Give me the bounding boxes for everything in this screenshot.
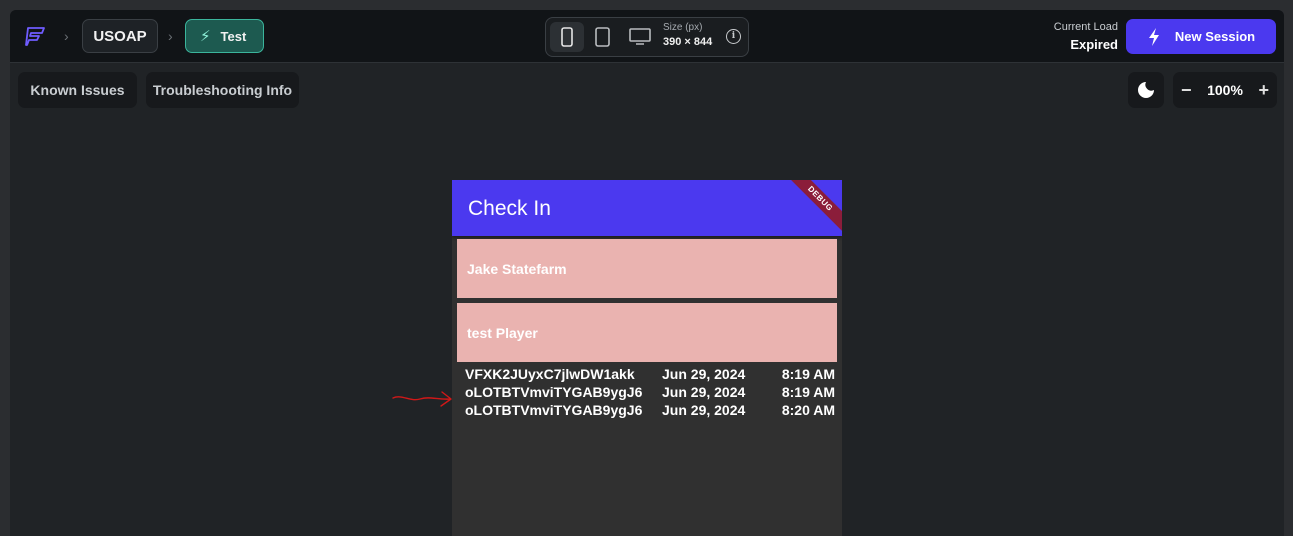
desktop-device-button[interactable] [620,22,660,52]
checkin-id: VFXK2JUyxC7jlwDW1akk [465,366,635,382]
top-bar: › USOAP › ⚡ Test Size (px) 390 × 844 i C… [10,10,1284,63]
current-load-label: Current Load [1053,21,1118,33]
checkin-time: 8:19 AM [781,366,835,382]
desktop-icon [629,28,651,45]
phone-icon [561,27,573,47]
phone-device-button[interactable] [550,22,584,52]
device-size-value: 390 × 844 [663,36,713,48]
known-issues-button[interactable]: Known Issues [18,72,137,108]
zoom-out-icon[interactable]: − [1181,80,1192,101]
list-item: oLOTBTVmviTYGAB9ygJ6 Jun 29, 2024 8:19 A… [465,384,835,402]
logo-icon[interactable] [24,24,48,48]
troubleshooting-info-button[interactable]: Troubleshooting Info [146,72,299,108]
player-tile[interactable]: test Player [457,303,837,362]
tablet-icon [594,27,610,47]
app-bar: Check In DEBUG [452,180,842,236]
current-load-value: Expired [1070,37,1118,52]
zoom-in-icon[interactable]: + [1258,80,1269,101]
breadcrumb-page[interactable]: ⚡ Test [185,19,264,53]
info-icon[interactable]: i [726,29,741,44]
moon-icon [1138,82,1154,98]
player-tile[interactable]: Jake Statefarm [457,239,837,298]
device-selector: Size (px) 390 × 844 i [545,17,749,57]
breadcrumb-chevron-icon: › [64,28,69,44]
player-name: Jake Statefarm [467,261,567,277]
list-item: VFXK2JUyxC7jlwDW1akk Jun 29, 2024 8:19 A… [465,366,835,384]
app-window: › USOAP › ⚡ Test Size (px) 390 × 844 i C… [10,10,1284,536]
checkin-date: Jun 29, 2024 [662,366,746,382]
tablet-device-button[interactable] [585,22,619,52]
checkin-id: oLOTBTVmviTYGAB9ygJ6 [465,384,643,400]
device-preview: Check In DEBUG Jake Statefarm test Playe… [452,180,842,536]
debug-banner: DEBUG [786,180,842,233]
new-session-button[interactable]: New Session [1126,19,1276,54]
zoom-value: 100% [1207,82,1243,98]
new-session-label: New Session [1174,29,1256,44]
checkin-date: Jun 29, 2024 [662,384,746,400]
current-load: Current Load Expired [1054,21,1118,52]
checkin-date: Jun 29, 2024 [662,402,746,418]
checkin-time: 8:19 AM [781,384,835,400]
page-title: Check In [468,197,551,220]
checkin-id: oLOTBTVmviTYGAB9ygJ6 [465,402,643,418]
breadcrumb-project[interactable]: USOAP [82,19,158,53]
checkin-list: VFXK2JUyxC7jlwDW1akk Jun 29, 2024 8:19 A… [465,366,835,420]
red-arrow-annotation [392,391,452,407]
bolt-icon: ⚡ [200,28,211,45]
player-name: test Player [467,325,538,341]
theme-toggle-button[interactable] [1128,72,1164,108]
device-size: Size (px) 390 × 844 [663,22,723,48]
zoom-control: − 100% + [1173,72,1277,108]
breadcrumb-chevron-icon: › [168,28,173,44]
device-size-label: Size (px) [663,22,703,33]
bolt-icon [1148,27,1159,46]
list-item: oLOTBTVmviTYGAB9ygJ6 Jun 29, 2024 8:20 A… [465,402,835,420]
breadcrumb-page-label: Test [220,28,247,44]
checkin-time: 8:20 AM [781,402,835,418]
